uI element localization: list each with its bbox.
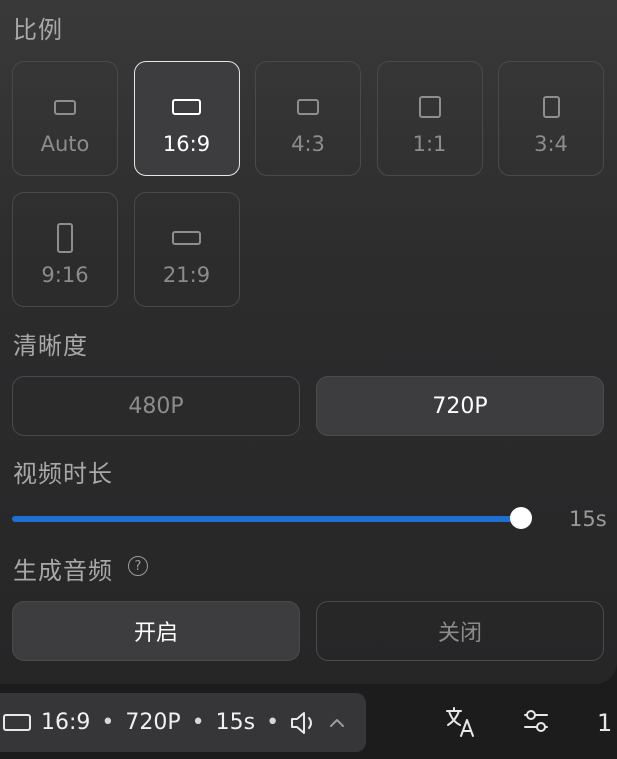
ratio-option-16-9[interactable]: 16:9	[133, 61, 240, 176]
translate-icon[interactable]	[445, 706, 477, 738]
resolution-section-title: 清晰度	[13, 332, 88, 360]
duration-slider[interactable]	[12, 507, 532, 531]
aspect-ratio-icon	[3, 714, 31, 731]
audio-on-button[interactable]: 开启	[12, 601, 300, 661]
audio-options: 开启 关闭	[12, 601, 604, 661]
resolution-options: 480P 720P	[12, 376, 604, 436]
ratio-1-1-icon	[418, 96, 441, 118]
ratio-4-3-icon	[297, 99, 319, 115]
ratio-9-16-icon	[57, 223, 73, 253]
summary-duration: 15s	[215, 710, 256, 735]
ratio-21-9-icon	[172, 231, 201, 245]
duration-slider-thumb[interactable]	[510, 507, 532, 529]
ratio-label: 16:9	[162, 132, 211, 156]
duration-section-title: 视频时长	[13, 460, 113, 488]
audio-section-title: 生成音频	[13, 557, 113, 585]
separator: •	[266, 710, 280, 735]
summary-resolution: 720P	[125, 710, 181, 735]
separator: •	[191, 710, 205, 735]
ratio-section-title: 比例	[13, 16, 63, 44]
ratio-option-9-16[interactable]: 9:16	[12, 192, 118, 307]
ratio-label: 21:9	[162, 263, 211, 287]
toolbar-truncated-label[interactable]: 1	[597, 709, 612, 737]
resolution-720p-button[interactable]: 720P	[316, 376, 604, 436]
ratio-label: 9:16	[41, 263, 89, 287]
ratio-option-21-9[interactable]: 21:9	[133, 192, 240, 307]
ratio-option-3-4[interactable]: 3:4	[498, 61, 604, 176]
ratio-option-1-1[interactable]: 1:1	[376, 61, 483, 176]
ratio-options: Auto 16:9 4:3 1:1 3:4 9:16 21:9	[12, 61, 604, 307]
summary-ratio: 16:9	[41, 710, 91, 735]
ratio-auto-icon	[54, 99, 76, 115]
ratio-label: 1:1	[412, 132, 447, 156]
duration-value: 15s	[569, 507, 607, 531]
ratio-option-auto[interactable]: Auto	[12, 61, 118, 176]
help-icon[interactable]: ?	[128, 556, 148, 576]
ratio-option-4-3[interactable]: 4:3	[255, 61, 361, 176]
chevron-up-icon	[330, 718, 345, 727]
audio-off-button[interactable]: 关闭	[316, 601, 604, 661]
ratio-16-9-icon	[172, 99, 201, 115]
separator: •	[101, 710, 115, 735]
duration-slider-track	[12, 516, 521, 522]
ratio-label: Auto	[40, 132, 90, 156]
speaker-icon	[291, 711, 313, 734]
ratio-3-4-icon	[542, 96, 560, 118]
generation-settings-summary[interactable]: 16:9 • 720P • 15s •	[0, 693, 366, 752]
ratio-label: 4:3	[291, 132, 325, 156]
resolution-480p-button[interactable]: 480P	[12, 376, 300, 436]
ratio-label: 3:4	[534, 132, 568, 156]
settings-sliders-icon[interactable]	[522, 706, 550, 736]
